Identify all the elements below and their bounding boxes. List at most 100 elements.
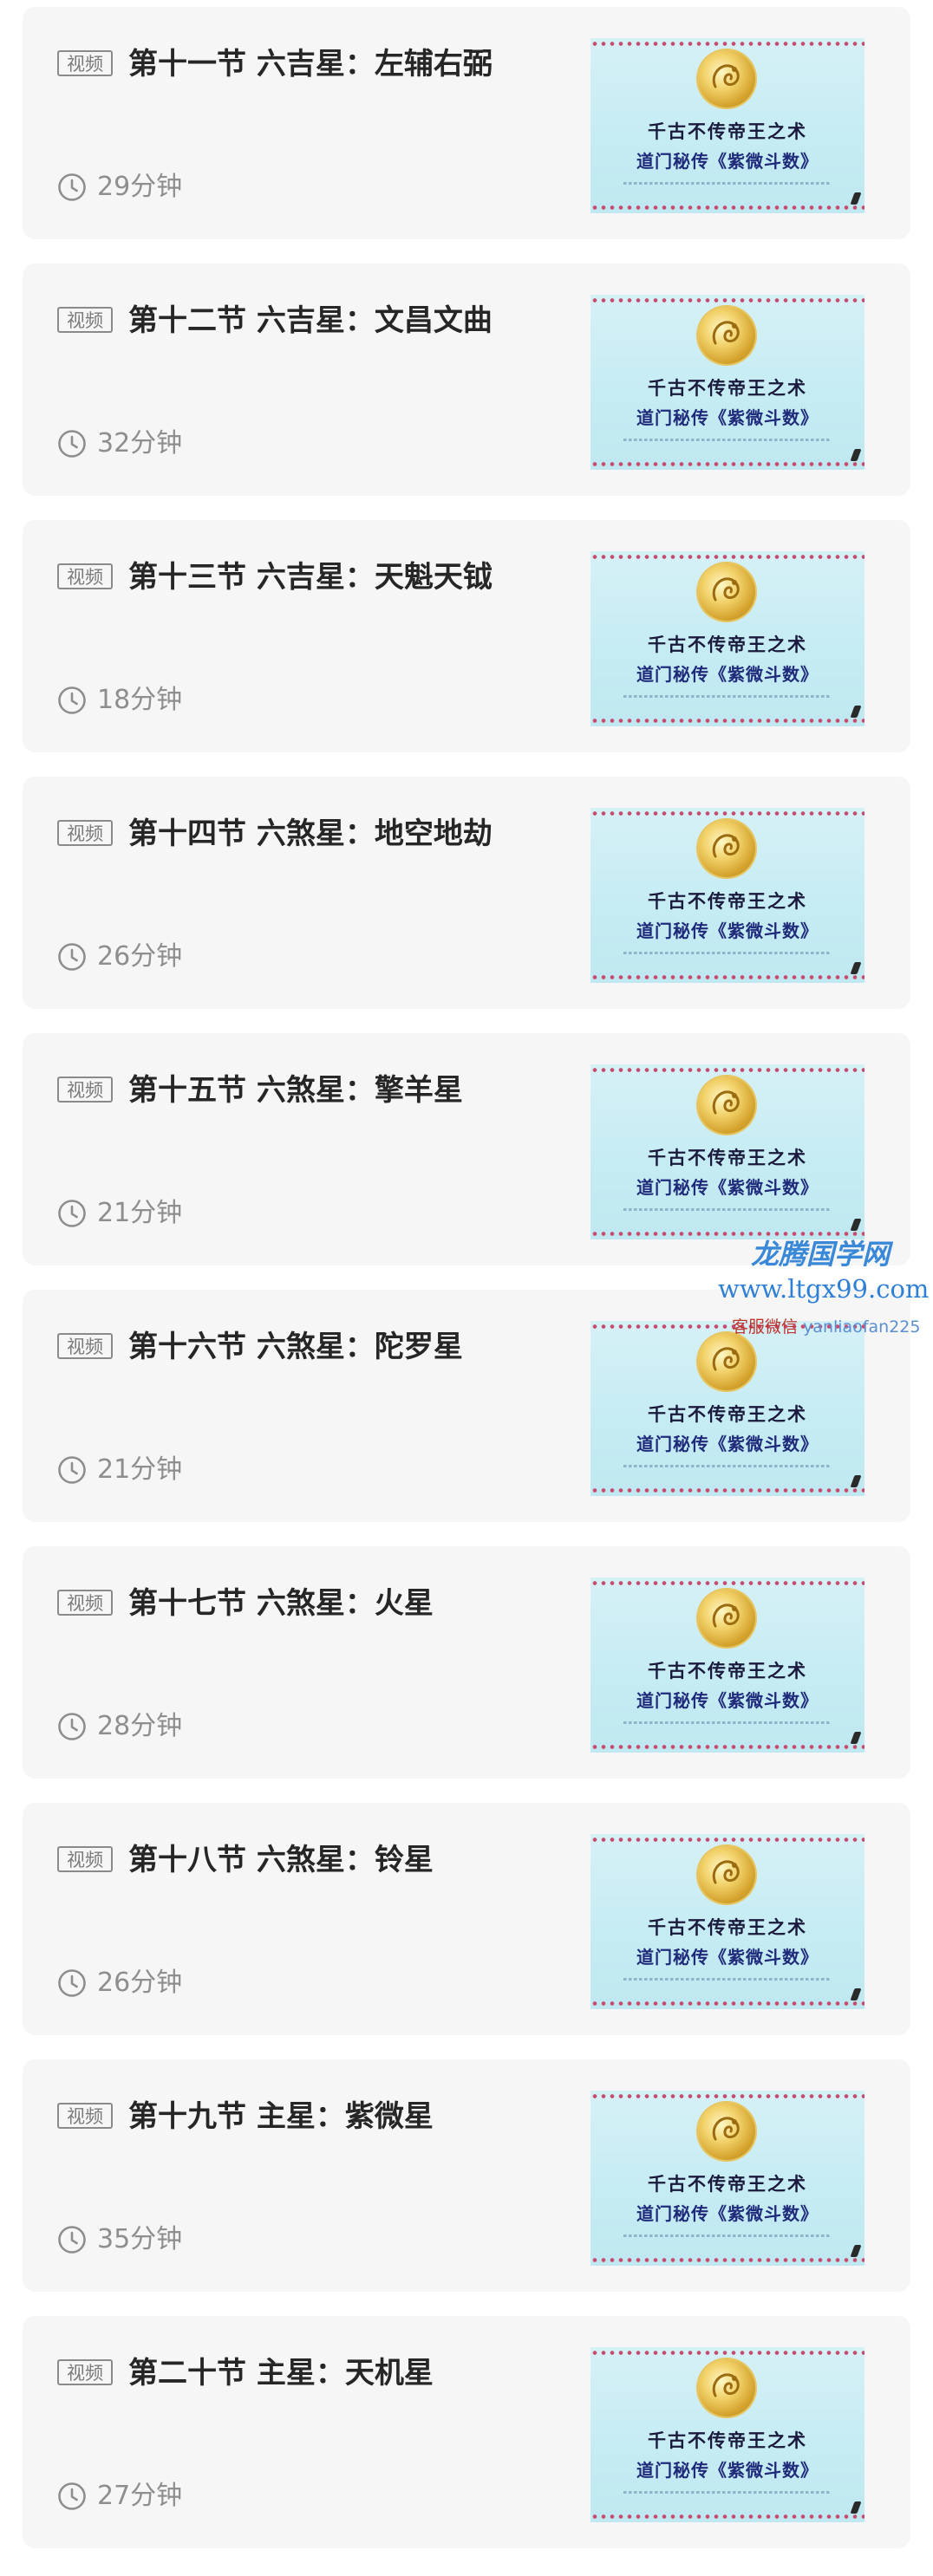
dragon-medallion-icon (698, 820, 755, 877)
lesson-thumbnail[interactable]: 千古不传帝王之术 道门秘传《紫微斗数》 (590, 38, 864, 213)
lesson-title[interactable]: 第十八节 六煞星：铃星 (128, 1841, 434, 1879)
thumbnail-text-line2: 道门秘传《紫微斗数》 (636, 1434, 819, 1454)
thumbnail-corner-mark (850, 1988, 862, 2000)
thumbnail-corner-mark (850, 2245, 862, 2257)
thumbnail-footnote (623, 2491, 832, 2494)
duration-text: 21分钟 (97, 1198, 183, 1228)
lesson-card[interactable]: 视频 第十一节 六吉星：左辅右弼 29分钟 千古不传帝王之术 道门秘传《紫微斗数… (23, 7, 910, 239)
dragon-medallion-icon (698, 2103, 755, 2160)
lesson-title[interactable]: 第十七节 六煞星：火星 (128, 1584, 434, 1623)
video-badge: 视频 (57, 2359, 113, 2385)
clock-icon (58, 2482, 86, 2510)
thumbnail-footnote (623, 1208, 832, 1211)
lesson-thumbnail[interactable]: 千古不传帝王之术 道门秘传《紫微斗数》 (590, 1064, 864, 1239)
video-badge: 视频 (57, 307, 113, 333)
lesson-thumbnail[interactable]: 千古不传帝王之术 道门秘传《紫微斗数》 (590, 1577, 864, 1753)
duration-text: 18分钟 (97, 685, 183, 715)
video-badge: 视频 (57, 563, 113, 589)
thumbnail-border-bottom (590, 1487, 864, 1493)
thumbnail-corner-mark (850, 706, 862, 718)
lesson-card[interactable]: 视频 第十三节 六吉星：天魁天钺 18分钟 千古不传帝王之术 道门秘传《紫微斗数… (23, 520, 910, 752)
thumbnail-border-top (590, 1067, 864, 1073)
thumbnail-text-line2: 道门秘传《紫微斗数》 (636, 151, 819, 172)
thumbnail-border-top (590, 1324, 864, 1330)
thumbnail-border-top (590, 2350, 864, 2356)
dragon-medallion-icon (698, 50, 755, 107)
dragon-medallion-icon (698, 307, 755, 364)
clock-icon (58, 943, 86, 971)
thumbnail-corner-mark (850, 192, 862, 205)
lesson-duration: 26分钟 (57, 940, 182, 974)
dragon-medallion-icon (698, 2359, 755, 2417)
lesson-thumbnail[interactable]: 千古不传帝王之术 道门秘传《紫微斗数》 (590, 2347, 864, 2522)
lesson-thumbnail[interactable]: 千古不传帝王之术 道门秘传《紫微斗数》 (590, 551, 864, 726)
thumbnail-text-line2: 道门秘传《紫微斗数》 (636, 920, 819, 941)
duration-text: 27分钟 (97, 2481, 183, 2511)
thumbnail-text-line2: 道门秘传《紫微斗数》 (636, 1947, 819, 1968)
dragon-medallion-icon (698, 1333, 755, 1390)
duration-text: 28分钟 (97, 1711, 183, 1741)
video-badge: 视频 (57, 50, 113, 76)
lesson-duration: 28分钟 (57, 1709, 182, 1744)
lesson-thumbnail[interactable]: 千古不传帝王之术 道门秘传《紫微斗数》 (590, 808, 864, 983)
lesson-card[interactable]: 视频 第十六节 六煞星：陀罗星 21分钟 千古不传帝王之术 道门秘传《紫微斗数》 (23, 1290, 910, 1522)
thumbnail-text-line1: 千古不传帝王之术 (648, 634, 807, 655)
thumbnail-border-top (590, 41, 864, 47)
thumbnail-text-line1: 千古不传帝王之术 (648, 120, 807, 142)
lesson-title[interactable]: 第十三节 六吉星：天魁天钺 (128, 558, 493, 596)
lesson-title[interactable]: 第十六节 六煞星：陀罗星 (128, 1328, 463, 1366)
duration-text: 32分钟 (97, 428, 183, 459)
lesson-thumbnail[interactable]: 千古不传帝王之术 道门秘传《紫微斗数》 (590, 1321, 864, 1496)
lesson-duration: 35分钟 (57, 2222, 182, 2257)
lesson-card[interactable]: 视频 第十五节 六煞星：擎羊星 21分钟 千古不传帝王之术 道门秘传《紫微斗数》 (23, 1033, 910, 1265)
thumbnail-border-bottom (590, 2000, 864, 2007)
thumbnail-border-bottom (590, 205, 864, 211)
thumbnail-text-line1: 千古不传帝王之术 (648, 2430, 807, 2451)
lesson-title[interactable]: 第十二节 六吉星：文昌文曲 (128, 302, 493, 340)
thumbnail-text-line2: 道门秘传《紫微斗数》 (636, 407, 819, 428)
thumbnail-border-bottom (590, 2257, 864, 2263)
thumbnail-text-line1: 千古不传帝王之术 (648, 890, 807, 912)
dragon-medallion-icon (698, 1077, 755, 1134)
lesson-thumbnail[interactable]: 千古不传帝王之术 道门秘传《紫微斗数》 (590, 295, 864, 470)
video-badge: 视频 (57, 1590, 113, 1616)
thumbnail-text-line2: 道门秘传《紫微斗数》 (636, 2460, 819, 2481)
lesson-card[interactable]: 视频 第十二节 六吉星：文昌文曲 32分钟 千古不传帝王之术 道门秘传《紫微斗数… (23, 263, 910, 496)
thumbnail-text-line1: 千古不传帝王之术 (648, 1147, 807, 1168)
video-badge: 视频 (57, 820, 113, 846)
lesson-title[interactable]: 第十一节 六吉星：左辅右弼 (128, 45, 493, 83)
lesson-duration: 26分钟 (57, 1966, 182, 2000)
thumbnail-corner-mark (850, 1219, 862, 1231)
lesson-card[interactable]: 视频 第十四节 六煞星：地空地劫 26分钟 千古不传帝王之术 道门秘传《紫微斗数… (23, 777, 910, 1009)
clock-icon (58, 686, 86, 714)
dragon-medallion-icon (698, 563, 755, 621)
thumbnail-footnote (623, 952, 832, 954)
lesson-thumbnail[interactable]: 千古不传帝王之术 道门秘传《紫微斗数》 (590, 2091, 864, 2266)
clock-icon (58, 173, 86, 201)
lesson-thumbnail[interactable]: 千古不传帝王之术 道门秘传《紫微斗数》 (590, 1834, 864, 2009)
dragon-medallion-icon (698, 1590, 755, 1647)
thumbnail-text-line1: 千古不传帝王之术 (648, 1403, 807, 1425)
thumbnail-text-line1: 千古不传帝王之术 (648, 1916, 807, 1938)
thumbnail-text-line1: 千古不传帝王之术 (648, 377, 807, 399)
lesson-card[interactable]: 视频 第十九节 主星：紫微星 35分钟 千古不传帝王之术 道门秘传《紫微斗数》 (23, 2059, 910, 2292)
lesson-card[interactable]: 视频 第十七节 六煞星：火星 28分钟 千古不传帝王之术 道门秘传《紫微斗数》 (23, 1546, 910, 1779)
lesson-duration: 32分钟 (57, 426, 182, 461)
thumbnail-border-bottom (590, 1744, 864, 1750)
lesson-card[interactable]: 视频 第十八节 六煞星：铃星 26分钟 千古不传帝王之术 道门秘传《紫微斗数》 (23, 1803, 910, 2035)
lesson-title[interactable]: 第十九节 主星：紫微星 (128, 2098, 434, 2136)
lesson-duration: 18分钟 (57, 683, 182, 718)
thumbnail-corner-mark (850, 2501, 862, 2514)
lesson-card[interactable]: 视频 第二十节 主星：天机星 27分钟 千古不传帝王之术 道门秘传《紫微斗数》 (23, 2316, 910, 2548)
thumbnail-border-bottom (590, 461, 864, 467)
thumbnail-border-top (590, 2093, 864, 2099)
lesson-title[interactable]: 第十五节 六煞星：擎羊星 (128, 1071, 463, 1109)
clock-icon (58, 1456, 86, 1484)
lesson-title[interactable]: 第十四节 六煞星：地空地劫 (128, 815, 493, 853)
lesson-duration: 21分钟 (57, 1453, 182, 1487)
lesson-title[interactable]: 第二十节 主星：天机星 (128, 2354, 434, 2392)
thumbnail-footnote (623, 1721, 832, 1724)
thumbnail-text-line2: 道门秘传《紫微斗数》 (636, 664, 819, 685)
thumbnail-border-top (590, 810, 864, 816)
lesson-duration: 29分钟 (57, 170, 182, 205)
